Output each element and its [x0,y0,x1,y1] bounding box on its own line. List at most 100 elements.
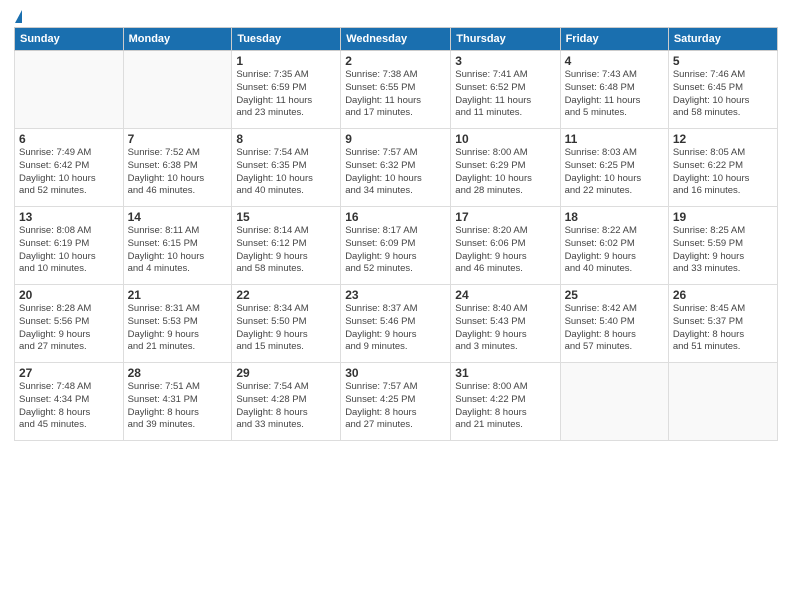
calendar-cell: 16Sunrise: 8:17 AM Sunset: 6:09 PM Dayli… [341,207,451,285]
day-number: 28 [128,366,228,380]
calendar-cell: 3Sunrise: 7:41 AM Sunset: 6:52 PM Daylig… [451,51,560,129]
day-info: Sunrise: 8:34 AM Sunset: 5:50 PM Dayligh… [236,303,336,354]
day-info: Sunrise: 8:00 AM Sunset: 4:22 PM Dayligh… [455,381,555,432]
page-container: SundayMondayTuesdayWednesdayThursdayFrid… [0,0,792,449]
day-info: Sunrise: 7:54 AM Sunset: 4:28 PM Dayligh… [236,381,336,432]
day-number: 5 [673,54,773,68]
calendar-cell: 6Sunrise: 7:49 AM Sunset: 6:42 PM Daylig… [15,129,124,207]
day-info: Sunrise: 8:14 AM Sunset: 6:12 PM Dayligh… [236,225,336,276]
day-number: 2 [345,54,446,68]
weekday-header-wednesday: Wednesday [341,28,451,51]
day-info: Sunrise: 7:57 AM Sunset: 4:25 PM Dayligh… [345,381,446,432]
day-info: Sunrise: 8:17 AM Sunset: 6:09 PM Dayligh… [345,225,446,276]
calendar-cell: 4Sunrise: 7:43 AM Sunset: 6:48 PM Daylig… [560,51,668,129]
day-info: Sunrise: 7:54 AM Sunset: 6:35 PM Dayligh… [236,147,336,198]
calendar-cell: 1Sunrise: 7:35 AM Sunset: 6:59 PM Daylig… [232,51,341,129]
day-info: Sunrise: 7:48 AM Sunset: 4:34 PM Dayligh… [19,381,119,432]
calendar-cell: 12Sunrise: 8:05 AM Sunset: 6:22 PM Dayli… [668,129,777,207]
day-info: Sunrise: 8:31 AM Sunset: 5:53 PM Dayligh… [128,303,228,354]
day-number: 16 [345,210,446,224]
calendar-cell: 21Sunrise: 8:31 AM Sunset: 5:53 PM Dayli… [123,285,232,363]
day-number: 11 [565,132,664,146]
day-number: 8 [236,132,336,146]
day-number: 13 [19,210,119,224]
day-number: 25 [565,288,664,302]
day-info: Sunrise: 7:52 AM Sunset: 6:38 PM Dayligh… [128,147,228,198]
day-number: 18 [565,210,664,224]
calendar-cell [15,51,124,129]
calendar-cell: 29Sunrise: 7:54 AM Sunset: 4:28 PM Dayli… [232,363,341,441]
day-info: Sunrise: 8:37 AM Sunset: 5:46 PM Dayligh… [345,303,446,354]
day-number: 4 [565,54,664,68]
day-number: 12 [673,132,773,146]
calendar-cell: 27Sunrise: 7:48 AM Sunset: 4:34 PM Dayli… [15,363,124,441]
day-info: Sunrise: 7:46 AM Sunset: 6:45 PM Dayligh… [673,69,773,120]
day-number: 23 [345,288,446,302]
calendar-table: SundayMondayTuesdayWednesdayThursdayFrid… [14,27,778,441]
day-number: 19 [673,210,773,224]
calendar-week-row: 20Sunrise: 8:28 AM Sunset: 5:56 PM Dayli… [15,285,778,363]
weekday-header-row: SundayMondayTuesdayWednesdayThursdayFrid… [15,28,778,51]
day-info: Sunrise: 8:28 AM Sunset: 5:56 PM Dayligh… [19,303,119,354]
day-info: Sunrise: 7:38 AM Sunset: 6:55 PM Dayligh… [345,69,446,120]
weekday-header-monday: Monday [123,28,232,51]
day-info: Sunrise: 8:42 AM Sunset: 5:40 PM Dayligh… [565,303,664,354]
calendar-cell: 15Sunrise: 8:14 AM Sunset: 6:12 PM Dayli… [232,207,341,285]
day-info: Sunrise: 8:00 AM Sunset: 6:29 PM Dayligh… [455,147,555,198]
calendar-week-row: 1Sunrise: 7:35 AM Sunset: 6:59 PM Daylig… [15,51,778,129]
day-info: Sunrise: 7:43 AM Sunset: 6:48 PM Dayligh… [565,69,664,120]
day-number: 31 [455,366,555,380]
calendar-cell [668,363,777,441]
day-number: 9 [345,132,446,146]
calendar-cell [560,363,668,441]
day-number: 7 [128,132,228,146]
day-number: 20 [19,288,119,302]
day-number: 29 [236,366,336,380]
calendar-cell: 20Sunrise: 8:28 AM Sunset: 5:56 PM Dayli… [15,285,124,363]
calendar-cell: 17Sunrise: 8:20 AM Sunset: 6:06 PM Dayli… [451,207,560,285]
calendar-cell: 8Sunrise: 7:54 AM Sunset: 6:35 PM Daylig… [232,129,341,207]
day-info: Sunrise: 8:11 AM Sunset: 6:15 PM Dayligh… [128,225,228,276]
calendar-cell: 13Sunrise: 8:08 AM Sunset: 6:19 PM Dayli… [15,207,124,285]
day-number: 24 [455,288,555,302]
day-info: Sunrise: 8:25 AM Sunset: 5:59 PM Dayligh… [673,225,773,276]
calendar-cell [123,51,232,129]
day-info: Sunrise: 8:40 AM Sunset: 5:43 PM Dayligh… [455,303,555,354]
day-number: 17 [455,210,555,224]
calendar-cell: 5Sunrise: 7:46 AM Sunset: 6:45 PM Daylig… [668,51,777,129]
day-info: Sunrise: 7:51 AM Sunset: 4:31 PM Dayligh… [128,381,228,432]
calendar-cell: 9Sunrise: 7:57 AM Sunset: 6:32 PM Daylig… [341,129,451,207]
day-info: Sunrise: 8:22 AM Sunset: 6:02 PM Dayligh… [565,225,664,276]
calendar-cell: 31Sunrise: 8:00 AM Sunset: 4:22 PM Dayli… [451,363,560,441]
header [14,10,778,23]
day-info: Sunrise: 7:49 AM Sunset: 6:42 PM Dayligh… [19,147,119,198]
day-info: Sunrise: 8:08 AM Sunset: 6:19 PM Dayligh… [19,225,119,276]
calendar-cell: 10Sunrise: 8:00 AM Sunset: 6:29 PM Dayli… [451,129,560,207]
weekday-header-sunday: Sunday [15,28,124,51]
weekday-header-friday: Friday [560,28,668,51]
day-number: 27 [19,366,119,380]
calendar-week-row: 6Sunrise: 7:49 AM Sunset: 6:42 PM Daylig… [15,129,778,207]
calendar-cell: 18Sunrise: 8:22 AM Sunset: 6:02 PM Dayli… [560,207,668,285]
logo-triangle-icon [15,10,22,23]
day-number: 3 [455,54,555,68]
day-info: Sunrise: 8:20 AM Sunset: 6:06 PM Dayligh… [455,225,555,276]
calendar-cell: 22Sunrise: 8:34 AM Sunset: 5:50 PM Dayli… [232,285,341,363]
day-info: Sunrise: 8:45 AM Sunset: 5:37 PM Dayligh… [673,303,773,354]
calendar-cell: 14Sunrise: 8:11 AM Sunset: 6:15 PM Dayli… [123,207,232,285]
calendar-cell: 30Sunrise: 7:57 AM Sunset: 4:25 PM Dayli… [341,363,451,441]
day-info: Sunrise: 7:41 AM Sunset: 6:52 PM Dayligh… [455,69,555,120]
weekday-header-tuesday: Tuesday [232,28,341,51]
calendar-cell: 26Sunrise: 8:45 AM Sunset: 5:37 PM Dayli… [668,285,777,363]
calendar-week-row: 27Sunrise: 7:48 AM Sunset: 4:34 PM Dayli… [15,363,778,441]
day-number: 14 [128,210,228,224]
day-info: Sunrise: 8:03 AM Sunset: 6:25 PM Dayligh… [565,147,664,198]
calendar-cell: 7Sunrise: 7:52 AM Sunset: 6:38 PM Daylig… [123,129,232,207]
logo [14,10,22,23]
day-number: 15 [236,210,336,224]
weekday-header-thursday: Thursday [451,28,560,51]
day-info: Sunrise: 7:57 AM Sunset: 6:32 PM Dayligh… [345,147,446,198]
day-number: 22 [236,288,336,302]
day-info: Sunrise: 8:05 AM Sunset: 6:22 PM Dayligh… [673,147,773,198]
day-number: 21 [128,288,228,302]
